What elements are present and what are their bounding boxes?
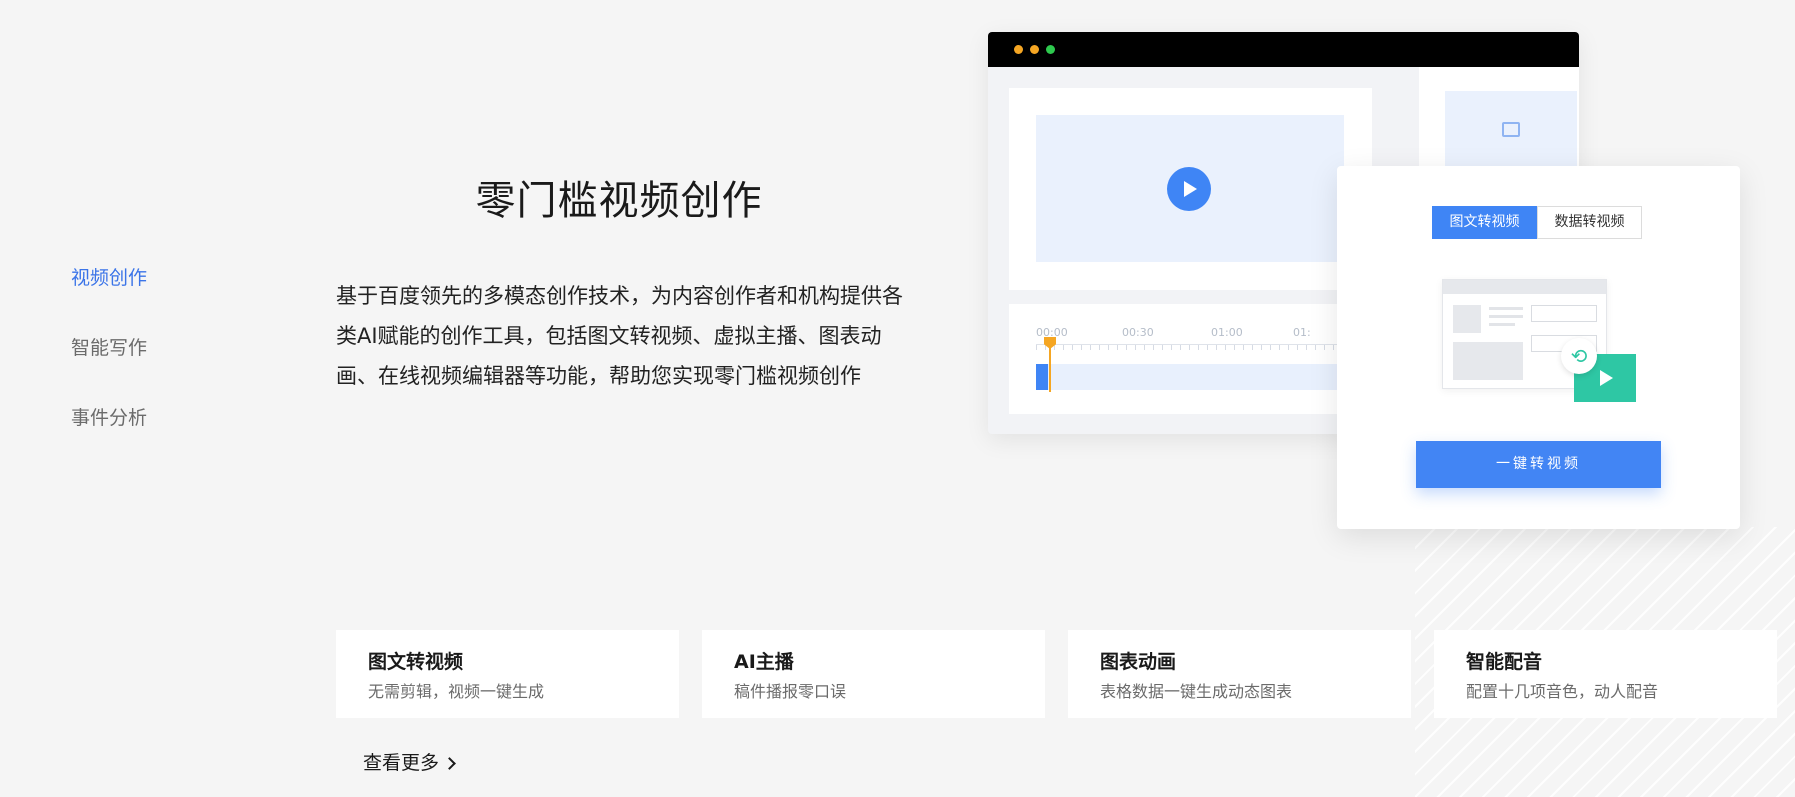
nav-item-smart-writing[interactable]: 智能写作	[71, 336, 147, 360]
timeline-ticks: 00:00 00:30 01:00 01:	[1036, 326, 1366, 340]
timeline-track	[1036, 364, 1366, 390]
window-dot-icon	[1046, 45, 1055, 54]
timeline-panel: 00:00 00:30 01:00 01:	[1009, 304, 1372, 414]
doc-field	[1531, 305, 1597, 322]
feature-card-smart-dubbing[interactable]: 智能配音 配置十几项音色，动人配音	[1434, 630, 1777, 718]
doc-line	[1489, 323, 1515, 326]
timeline-ruler	[1036, 344, 1366, 350]
window-dot-icon	[1014, 45, 1023, 54]
feature-card-ai-anchor[interactable]: AI主播 稿件播报零口误	[702, 630, 1045, 718]
window-title-bar	[988, 32, 1579, 67]
image-thumbnail	[1445, 91, 1577, 171]
page-title: 零门槛视频创作	[475, 178, 763, 224]
feature-desc: 稿件播报零口误	[734, 682, 847, 701]
feature-card-text-to-video[interactable]: 图文转视频 无需剪辑，视频一键生成	[336, 630, 679, 718]
tick-label: 01:	[1293, 326, 1311, 339]
feature-desc: 配置十几项音色，动人配音	[1466, 682, 1659, 701]
feature-title: AI主播	[734, 651, 794, 673]
doc-image-placeholder	[1453, 305, 1481, 333]
feature-title: 图文转视频	[368, 651, 464, 673]
convert-card: 图文转视频 数据转视频 ⟲ 一键转视频	[1337, 166, 1740, 529]
tab-text-to-video[interactable]: 图文转视频	[1432, 206, 1537, 239]
view-more-label: 查看更多	[363, 752, 440, 774]
feature-title: 图表动画	[1100, 651, 1177, 673]
view-more-link[interactable]: 查看更多	[363, 748, 456, 775]
convert-to-video-button[interactable]: 一键转视频	[1416, 441, 1661, 488]
convert-tabs: 图文转视频 数据转视频	[1432, 206, 1642, 239]
doc-header	[1443, 280, 1606, 294]
play-icon	[1167, 167, 1211, 211]
refresh-icon: ⟲	[1561, 338, 1597, 374]
window-dot-icon	[1030, 45, 1039, 54]
video-preview-panel	[1009, 88, 1372, 290]
nav-item-event-analysis[interactable]: 事件分析	[71, 406, 147, 430]
doc-block	[1453, 342, 1523, 380]
side-nav: 视频创作 智能写作 事件分析	[71, 266, 147, 476]
doc-line	[1489, 307, 1523, 310]
nav-item-video-creation[interactable]: 视频创作	[71, 266, 147, 290]
chevron-right-icon	[443, 757, 456, 770]
tick-label: 01:00	[1211, 326, 1243, 339]
hero-description: 基于百度领先的多模态创作技术，为内容创作者和机构提供各类AI赋能的创作工具，包括…	[336, 284, 903, 388]
feature-list: 图文转视频 无需剪辑，视频一键生成 AI主播 稿件播报零口误 图表动画 表格数据…	[336, 630, 1777, 718]
image-icon	[1502, 122, 1520, 137]
track-handle-left	[1036, 364, 1048, 390]
feature-desc: 表格数据一键生成动态图表	[1100, 682, 1293, 701]
doc-line	[1489, 315, 1523, 318]
tab-data-to-video[interactable]: 数据转视频	[1537, 206, 1642, 239]
feature-card-chart-animation[interactable]: 图表动画 表格数据一键生成动态图表	[1068, 630, 1411, 718]
tick-label: 00:30	[1122, 326, 1154, 339]
feature-title: 智能配音	[1466, 651, 1543, 673]
feature-desc: 无需剪辑，视频一键生成	[368, 682, 545, 701]
video-area	[1036, 115, 1344, 262]
